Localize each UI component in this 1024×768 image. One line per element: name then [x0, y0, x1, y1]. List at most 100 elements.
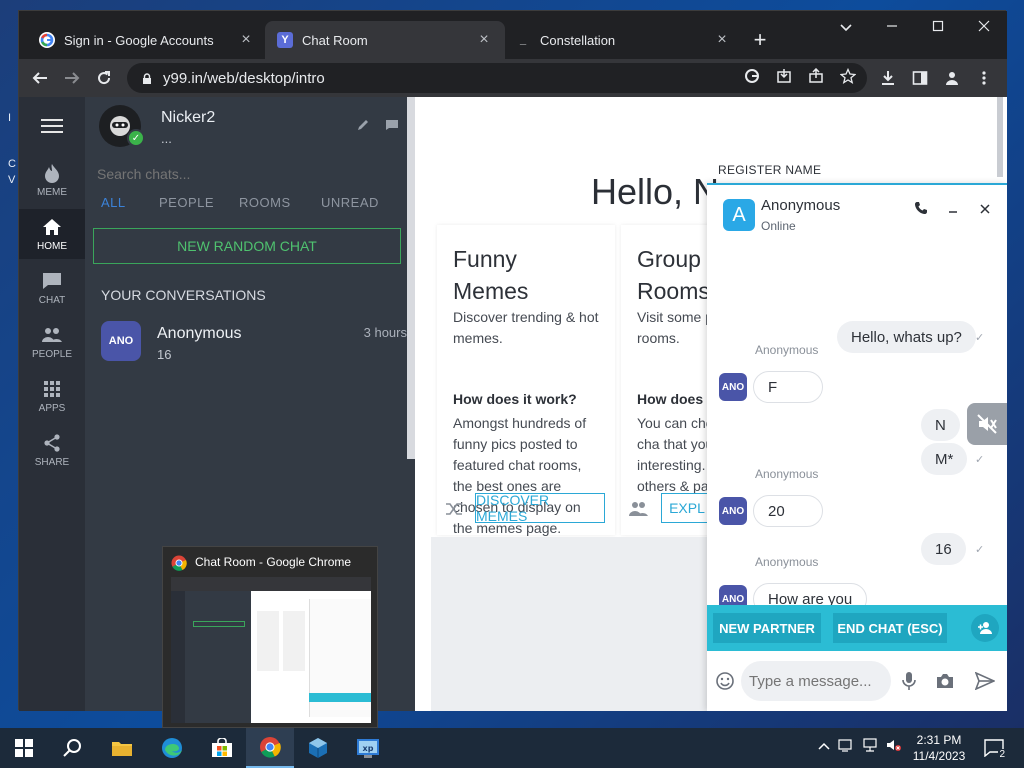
new-tab-button[interactable]: + — [749, 27, 771, 53]
notification-center-button[interactable]: 2 — [980, 736, 1008, 760]
explore-rooms-button[interactable]: EXPL — [661, 493, 713, 523]
reload-icon[interactable] — [91, 65, 117, 91]
virtualbox-icon[interactable] — [294, 728, 342, 768]
nav-label: APPS — [38, 402, 66, 414]
tab-google-accounts[interactable]: Sign in - Google Accounts × — [27, 21, 267, 59]
store-icon[interactable] — [198, 728, 246, 768]
file-explorer-icon[interactable] — [98, 728, 146, 768]
microphone-icon[interactable] — [897, 669, 921, 693]
share-icon — [41, 433, 63, 453]
nav-home[interactable]: HOME — [19, 209, 85, 259]
filter-people[interactable]: PEOPLE — [159, 195, 214, 210]
chat-popup: A Anonymous Online Hello, whats up? ✓ An… — [707, 183, 1007, 711]
desktop-icon-label[interactable]: C — [8, 158, 16, 170]
side-panel-icon[interactable] — [909, 67, 931, 89]
nav-people[interactable]: PEOPLE — [19, 317, 85, 367]
filter-all[interactable]: ALL — [101, 195, 126, 210]
volume-muted-icon[interactable] — [884, 738, 904, 755]
partner-status: Online — [761, 219, 796, 233]
phone-call-icon[interactable] — [911, 201, 931, 219]
search-chats-input[interactable] — [97, 163, 403, 185]
card-title: Funny Memes — [453, 243, 528, 307]
close-chat-icon[interactable] — [975, 201, 995, 218]
chrome-icon — [171, 555, 187, 571]
chevron-up-icon[interactable] — [814, 738, 834, 753]
network-status-icon[interactable] — [836, 738, 856, 755]
google-translate-icon[interactable] — [741, 65, 763, 87]
share-page-icon[interactable] — [805, 65, 827, 87]
chrome-icon[interactable] — [246, 728, 294, 768]
maximize-window-button[interactable] — [923, 19, 953, 37]
incoming-message: 20 — [753, 495, 823, 527]
avatar: ANO — [101, 321, 141, 361]
chat-list-scrollbar[interactable] — [407, 97, 415, 459]
read-check-icon: ✓ — [975, 332, 985, 344]
avatar: ANO — [719, 497, 747, 525]
edit-pencil-icon[interactable] — [357, 119, 369, 134]
filter-rooms[interactable]: ROOMS — [239, 195, 291, 210]
tab-search-icon[interactable] — [831, 19, 861, 37]
mute-sound-button[interactable] — [967, 403, 1007, 445]
svg-text:xp: xp — [363, 744, 374, 753]
install-app-icon[interactable] — [773, 65, 795, 87]
list-item[interactable]: ANO Anonymous 16 3 hours — [85, 315, 415, 375]
compose-message-icon[interactable] — [385, 119, 399, 134]
forward-arrow-icon[interactable] — [59, 65, 85, 91]
xp-icon[interactable]: xp — [344, 728, 392, 768]
nav-apps[interactable]: APPS — [19, 371, 85, 421]
send-icon[interactable] — [973, 669, 997, 693]
discover-memes-button[interactable]: DISCOVER MEMES — [475, 492, 605, 524]
wired-network-icon[interactable] — [860, 738, 880, 755]
search-icon[interactable] — [48, 728, 96, 768]
user-header: ✓ Nicker2 ... — [85, 97, 415, 159]
edge-icon[interactable] — [148, 728, 196, 768]
content-scrollbar[interactable] — [997, 97, 1003, 177]
desktop-icon-label[interactable]: V — [8, 174, 15, 186]
tab-chat-room[interactable]: Y Chat Room × — [265, 21, 505, 59]
back-arrow-icon[interactable] — [27, 65, 53, 91]
desktop-icon-label[interactable]: I — [8, 112, 11, 124]
read-check-icon: ✓ — [975, 454, 985, 466]
camera-icon[interactable] — [933, 669, 957, 693]
tab-title: Constellation — [540, 32, 616, 48]
card-title: Group Rooms — [637, 243, 710, 307]
message-input[interactable] — [741, 661, 891, 701]
system-clock[interactable]: 2:31 PM 11/4/2023 — [904, 732, 974, 764]
start-button[interactable] — [0, 728, 48, 768]
nav-label: PEOPLE — [31, 348, 73, 360]
online-check-icon: ✓ — [127, 129, 145, 147]
close-tab-icon[interactable]: × — [713, 31, 731, 49]
content-bottom-band — [431, 537, 707, 711]
bookmark-star-icon[interactable] — [837, 65, 859, 87]
downloads-icon[interactable] — [877, 67, 899, 89]
card-description: Discover trending & hot memes. — [453, 309, 599, 346]
emoji-icon[interactable] — [713, 669, 737, 693]
profile-icon[interactable] — [941, 67, 963, 89]
close-window-button[interactable] — [969, 19, 999, 37]
browser-toolbar: y99.in/web/desktop/intro — [19, 59, 1007, 97]
nav-share[interactable]: SHARE — [19, 425, 85, 475]
kebab-menu-icon[interactable] — [973, 67, 995, 89]
lock-icon[interactable] — [141, 72, 153, 84]
taskbar-thumbnail[interactable]: Chat Room - Google Chrome — [162, 546, 378, 728]
end-chat-button[interactable]: END CHAT (ESC) — [833, 613, 947, 643]
outgoing-message: N — [921, 409, 960, 441]
read-check-icon: ✓ — [975, 544, 985, 556]
minimize-chat-icon[interactable] — [943, 201, 963, 218]
tab-constellation[interactable]: _ Constellation × — [503, 21, 743, 59]
nav-meme[interactable]: MEME — [19, 155, 85, 205]
minimize-window-button[interactable] — [877, 19, 907, 37]
message-sender: Anonymous — [755, 555, 819, 569]
close-tab-icon[interactable]: × — [475, 31, 493, 49]
nav-chat[interactable]: CHAT — [19, 263, 85, 313]
new-random-chat-button[interactable]: NEW RANDOM CHAT — [93, 228, 401, 264]
chat-icon — [41, 271, 63, 291]
terminal-icon: _ — [519, 34, 527, 46]
filter-unread[interactable]: UNREAD — [321, 195, 379, 210]
close-tab-icon[interactable]: × — [237, 31, 255, 49]
add-friend-icon[interactable] — [971, 614, 999, 642]
register-name-link[interactable]: REGISTER NAME — [718, 163, 821, 177]
hamburger-menu-icon[interactable] — [41, 119, 63, 135]
new-partner-button[interactable]: NEW PARTNER — [713, 613, 821, 643]
outgoing-message: M* — [921, 443, 968, 475]
